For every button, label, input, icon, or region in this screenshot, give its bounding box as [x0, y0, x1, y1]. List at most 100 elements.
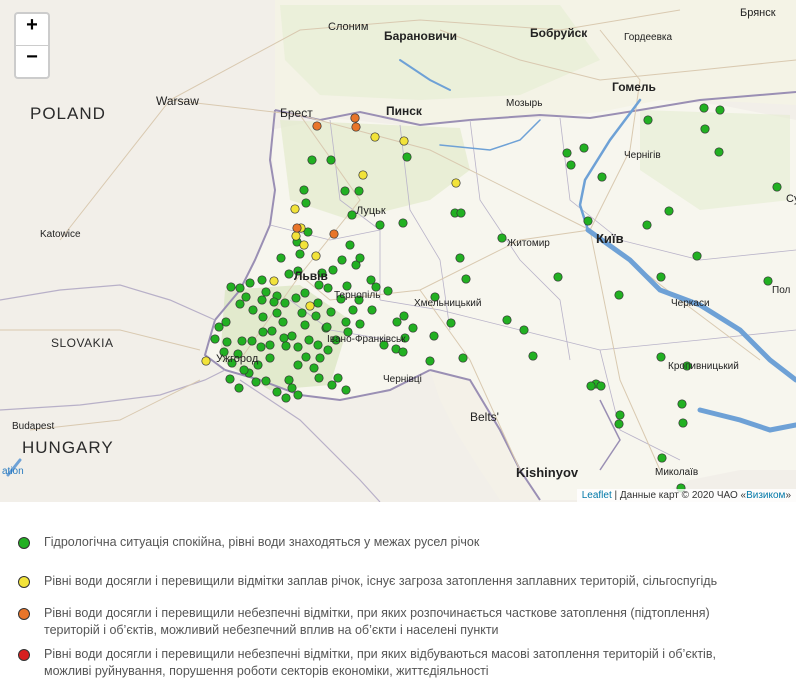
- gauge-marker-green[interactable]: [408, 323, 418, 333]
- gauge-marker-green[interactable]: [265, 353, 275, 363]
- zoom-out-button[interactable]: −: [16, 45, 48, 77]
- gauge-marker-green[interactable]: [425, 356, 435, 366]
- gauge-marker-green[interactable]: [272, 308, 282, 318]
- gauge-marker-green[interactable]: [461, 274, 471, 284]
- gauge-marker-green[interactable]: [367, 305, 377, 315]
- gauge-marker-green[interactable]: [326, 155, 336, 165]
- gauge-marker-yellow[interactable]: [299, 240, 309, 250]
- gauge-marker-green[interactable]: [355, 319, 365, 329]
- gauge-marker-green[interactable]: [519, 325, 529, 335]
- gauge-marker-yellow[interactable]: [305, 301, 315, 311]
- gauge-marker-yellow[interactable]: [451, 178, 461, 188]
- gauge-marker-yellow[interactable]: [370, 132, 380, 142]
- gauge-marker-green[interactable]: [348, 305, 358, 315]
- gauge-marker-green[interactable]: [458, 353, 468, 363]
- gauge-marker-green[interactable]: [276, 253, 286, 263]
- gauge-marker-green[interactable]: [311, 311, 321, 321]
- gauge-marker-green[interactable]: [295, 249, 305, 259]
- gauge-marker-green[interactable]: [326, 307, 336, 317]
- gauge-marker-green[interactable]: [398, 347, 408, 357]
- gauge-marker-green[interactable]: [497, 233, 507, 243]
- gauge-marker-green[interactable]: [383, 286, 393, 296]
- gauge-marker-green[interactable]: [455, 253, 465, 263]
- gauge-marker-green[interactable]: [301, 198, 311, 208]
- gauge-marker-green[interactable]: [267, 326, 277, 336]
- gauge-marker-yellow[interactable]: [311, 251, 321, 261]
- gauge-marker-green[interactable]: [284, 375, 294, 385]
- gauge-marker-green[interactable]: [399, 311, 409, 321]
- gauge-marker-green[interactable]: [322, 322, 332, 332]
- gauge-marker-green[interactable]: [239, 365, 249, 375]
- gauge-marker-green[interactable]: [281, 341, 291, 351]
- gauge-marker-green[interactable]: [656, 352, 666, 362]
- gauge-marker-green[interactable]: [307, 155, 317, 165]
- gauge-marker-green[interactable]: [657, 453, 667, 463]
- gauge-marker-green[interactable]: [354, 186, 364, 196]
- gauge-marker-green[interactable]: [280, 298, 290, 308]
- gauge-marker-green[interactable]: [257, 295, 267, 305]
- gauge-marker-green[interactable]: [429, 331, 439, 341]
- gauge-marker-yellow[interactable]: [291, 231, 301, 241]
- gauge-marker-green[interactable]: [446, 318, 456, 328]
- gauge-marker-green[interactable]: [265, 340, 275, 350]
- gauge-marker-green[interactable]: [664, 206, 674, 216]
- gauge-marker-green[interactable]: [313, 298, 323, 308]
- gauge-marker-green[interactable]: [269, 297, 279, 307]
- gauge-marker-green[interactable]: [291, 293, 301, 303]
- gauge-marker-green[interactable]: [237, 336, 247, 346]
- gauge-marker-green[interactable]: [247, 336, 257, 346]
- gauge-marker-yellow[interactable]: [399, 136, 409, 146]
- leaflet-link[interactable]: Leaflet: [582, 490, 612, 501]
- gauge-marker-green[interactable]: [241, 292, 251, 302]
- gauge-marker-green[interactable]: [656, 272, 666, 282]
- map-view[interactable]: POLAND SLOVAKIA HUNGARY Warsaw Katowice …: [0, 0, 796, 502]
- gauge-marker-green[interactable]: [502, 315, 512, 325]
- gauge-marker-green[interactable]: [583, 216, 593, 226]
- gauge-marker-green[interactable]: [643, 115, 653, 125]
- gauge-marker-green[interactable]: [304, 335, 314, 345]
- gauge-marker-green[interactable]: [257, 275, 267, 285]
- gauge-marker-green[interactable]: [772, 182, 782, 192]
- gauge-marker-orange[interactable]: [312, 121, 322, 131]
- gauge-marker-green[interactable]: [341, 385, 351, 395]
- gauge-marker-green[interactable]: [596, 381, 606, 391]
- gauge-marker-green[interactable]: [210, 334, 220, 344]
- gauge-marker-orange[interactable]: [292, 223, 302, 233]
- gauge-marker-green[interactable]: [258, 312, 268, 322]
- gauge-marker-green[interactable]: [214, 322, 224, 332]
- gauge-marker-green[interactable]: [642, 220, 652, 230]
- gauge-marker-green[interactable]: [456, 208, 466, 218]
- provider-link[interactable]: Визиком: [746, 490, 785, 501]
- gauge-marker-green[interactable]: [272, 387, 282, 397]
- gauge-marker-yellow[interactable]: [290, 204, 300, 214]
- gauge-marker-orange[interactable]: [351, 122, 361, 132]
- gauge-marker-green[interactable]: [615, 410, 625, 420]
- gauge-marker-orange[interactable]: [329, 229, 339, 239]
- gauge-marker-green[interactable]: [328, 265, 338, 275]
- gauge-marker-green[interactable]: [245, 278, 255, 288]
- gauge-marker-green[interactable]: [287, 331, 297, 341]
- gauge-marker-green[interactable]: [323, 345, 333, 355]
- gauge-marker-green[interactable]: [597, 172, 607, 182]
- gauge-marker-green[interactable]: [256, 342, 266, 352]
- gauge-marker-green[interactable]: [699, 103, 709, 113]
- gauge-marker-green[interactable]: [333, 373, 343, 383]
- gauge-marker-green[interactable]: [235, 283, 245, 293]
- gauge-marker-green[interactable]: [528, 351, 538, 361]
- gauge-marker-green[interactable]: [293, 342, 303, 352]
- gauge-marker-green[interactable]: [278, 317, 288, 327]
- gauge-marker-green[interactable]: [355, 253, 365, 263]
- gauge-marker-green[interactable]: [614, 419, 624, 429]
- gauge-marker-green[interactable]: [287, 383, 297, 393]
- gauge-marker-green[interactable]: [692, 251, 702, 261]
- gauge-marker-green[interactable]: [315, 353, 325, 363]
- gauge-marker-green[interactable]: [309, 363, 319, 373]
- gauge-marker-yellow[interactable]: [201, 356, 211, 366]
- gauge-marker-green[interactable]: [301, 352, 311, 362]
- gauge-marker-green[interactable]: [323, 283, 333, 293]
- gauge-marker-green[interactable]: [297, 308, 307, 318]
- gauge-marker-green[interactable]: [342, 281, 352, 291]
- gauge-marker-green[interactable]: [347, 210, 357, 220]
- gauge-marker-green[interactable]: [715, 105, 725, 115]
- gauge-marker-green[interactable]: [586, 381, 596, 391]
